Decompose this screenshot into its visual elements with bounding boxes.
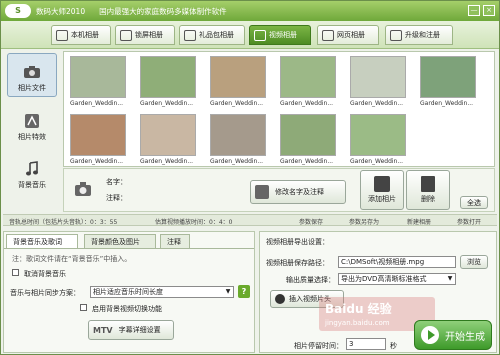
save-params-link[interactable]: 参数保存 xyxy=(299,217,323,226)
stay-time-label: 相片停留时间： xyxy=(294,342,343,350)
tab-lock-screen-album[interactable]: 锁屏相册 xyxy=(115,25,175,45)
photo-info-bar: 名字： 注释： 修改名字及注释 添加相片 删除 全选 xyxy=(63,168,495,212)
sidebar-item-background-music[interactable]: 背景音乐 xyxy=(7,149,57,193)
chevron-down-icon: ▼ xyxy=(225,288,231,295)
tab-gift-album[interactable]: 礼品包相册 xyxy=(179,25,245,45)
tab-web-album[interactable]: 网页相册 xyxy=(317,25,379,45)
trash-icon xyxy=(421,176,435,192)
photo-image xyxy=(140,114,196,156)
tab-notes[interactable]: 注释 xyxy=(160,234,190,248)
stay-time-input[interactable]: 3 xyxy=(346,338,386,350)
photo-thumbnail[interactable]: Garden_Weddin... xyxy=(348,112,408,167)
photo-image xyxy=(350,56,406,98)
main-tab-bar: 本机相册 锁屏相册 礼品包相册 视频相册 网页相册 升级和注册 xyxy=(1,21,499,49)
app-window: S 数码大师2010 国内最强大的家庭数码多媒体制作软件 — × 本机相册 锁屏… xyxy=(0,0,500,355)
tab-bg-color-image[interactable]: 背景颜色及图片 xyxy=(84,234,156,248)
watermark-url: jingyan.baidu.com xyxy=(325,319,390,327)
tab-video-album[interactable]: 视频相册 xyxy=(249,25,311,45)
photo-image xyxy=(210,114,266,156)
photo-thumbnail[interactable]: Garden_Weddin... xyxy=(138,54,198,109)
add-photo-button[interactable]: 添加相片 xyxy=(360,170,404,210)
stay-time-unit: 秒 xyxy=(390,342,397,350)
minimize-button[interactable]: — xyxy=(468,5,480,16)
tab-local-album[interactable]: 本机相册 xyxy=(51,25,111,45)
photo-image xyxy=(420,56,476,98)
save-params-as-link[interactable]: 参数另存为 xyxy=(349,217,379,226)
tab-upgrade-register[interactable]: 升级和注册 xyxy=(385,25,453,45)
quality-label: 输出质量选择： xyxy=(286,276,335,284)
watermark-text: Baidu 经验 xyxy=(325,302,392,316)
play-icon xyxy=(275,294,285,304)
upgrade-icon xyxy=(390,29,402,41)
status-bar: 音轨总时间（包括片头音轨）：0：3：55 估算视频播放时间：0：4：0 参数保存… xyxy=(3,214,497,226)
edit-name-note-button[interactable]: 修改名字及注释 xyxy=(250,180,346,204)
close-button[interactable]: × xyxy=(483,5,495,16)
video-icon xyxy=(254,29,266,41)
photo-thumbnail[interactable]: Garden_Weddin... xyxy=(348,54,408,109)
save-path-input[interactable]: C:\DMSoft\视频相册.mpg xyxy=(338,256,456,268)
photo-thumbnail[interactable]: Garden_Weddin... xyxy=(278,112,338,167)
photo-image xyxy=(140,56,196,98)
enable-switch-checkbox[interactable] xyxy=(80,304,87,311)
photo-image xyxy=(280,56,336,98)
photo-thumbnail[interactable]: Garden_Weddin... xyxy=(138,112,198,167)
app-subtitle: 国内最强大的家庭数码多媒体制作软件 xyxy=(99,6,227,16)
photo-thumbnail[interactable]: Garden_Weddin... xyxy=(68,112,128,167)
settings-panel-left: 背景音乐及歌词 背景颜色及图片 注释 注：歌词文件请在“背景音乐”中插入。 取消… xyxy=(3,231,255,353)
note-label: 注释： xyxy=(106,194,127,202)
export-heading: 视频相册导出设置： xyxy=(266,238,329,246)
photo-image xyxy=(350,114,406,156)
sidebar: 相片文件 相片特效 背景音乐 xyxy=(3,51,59,207)
music-note-icon xyxy=(23,161,41,177)
cancel-music-checkbox[interactable] xyxy=(12,269,19,276)
enable-switch-label: 启用背景视频切换功能 xyxy=(92,305,162,313)
photo-thumbnail[interactable]: Garden_Weddin... xyxy=(278,54,338,109)
photo-thumbnail[interactable]: Garden_Weddin... xyxy=(68,54,128,109)
photo-image xyxy=(280,114,336,156)
sidebar-item-photo-effects[interactable]: 相片特效 xyxy=(7,101,57,145)
open-params-link[interactable]: 参数打开 xyxy=(457,217,481,226)
photo-thumbnail[interactable]: Garden_Weddin... xyxy=(208,112,268,167)
music-total-time: 音轨总时间（包括片头音轨）：0：3：55 xyxy=(9,219,118,226)
photo-image xyxy=(70,56,126,98)
quality-select[interactable]: 导出为DVD高清晰标准格式 ▼ xyxy=(338,273,456,285)
play-icon xyxy=(421,326,439,344)
start-generate-button[interactable]: 开始生成 xyxy=(414,320,492,350)
photo-image xyxy=(70,114,126,156)
video-estimated-time: 估算视频播放时间：0：4：0 xyxy=(155,219,233,226)
name-label: 名字： xyxy=(106,178,127,186)
camera-icon xyxy=(74,181,92,197)
camera-icon xyxy=(23,64,41,80)
save-path-label: 视频相册保存路径： xyxy=(266,259,329,267)
new-album-link[interactable]: 新建相册 xyxy=(407,217,431,226)
chevron-down-icon: ▼ xyxy=(447,275,453,282)
photo-gallery: Garden_Weddin... Garden_Weddin... Garden… xyxy=(63,51,495,167)
subtitle-settings-button[interactable]: MTV 字幕详细设置 xyxy=(88,320,174,340)
album-icon xyxy=(56,29,68,41)
edit-icon xyxy=(255,185,269,199)
web-icon xyxy=(322,29,334,41)
mtv-icon: MTV xyxy=(93,325,113,335)
app-logo: S xyxy=(5,4,31,18)
lyrics-note: 注：歌词文件请在“背景音乐”中插入。 xyxy=(12,255,132,263)
sync-scheme-label: 音乐与相片同步方案： xyxy=(10,289,80,297)
photo-thumbnail[interactable]: Garden_Weddin... xyxy=(208,54,268,109)
gift-icon xyxy=(184,29,196,41)
tab-music-lyrics[interactable]: 背景音乐及歌词 xyxy=(6,234,78,248)
cancel-music-label: 取消背景音乐 xyxy=(24,270,66,278)
screen-icon xyxy=(120,29,132,41)
photo-image xyxy=(210,56,266,98)
title-bar: S 数码大师2010 国内最强大的家庭数码多媒体制作软件 — × xyxy=(1,1,499,21)
effects-icon xyxy=(23,113,41,129)
sync-scheme-select[interactable]: 相片适应音乐时间长度 ▼ xyxy=(90,286,234,298)
browse-button[interactable]: 浏览 xyxy=(460,255,488,269)
app-title: 数码大师2010 xyxy=(36,6,86,16)
help-icon[interactable]: ? xyxy=(238,285,250,298)
select-all-button[interactable]: 全选 xyxy=(460,196,488,209)
add-photo-icon xyxy=(374,176,390,192)
photo-thumbnail[interactable]: Garden_Weddin... xyxy=(418,54,478,109)
delete-photo-button[interactable]: 删除 xyxy=(406,170,450,210)
sidebar-item-photo-files[interactable]: 相片文件 xyxy=(7,53,57,97)
